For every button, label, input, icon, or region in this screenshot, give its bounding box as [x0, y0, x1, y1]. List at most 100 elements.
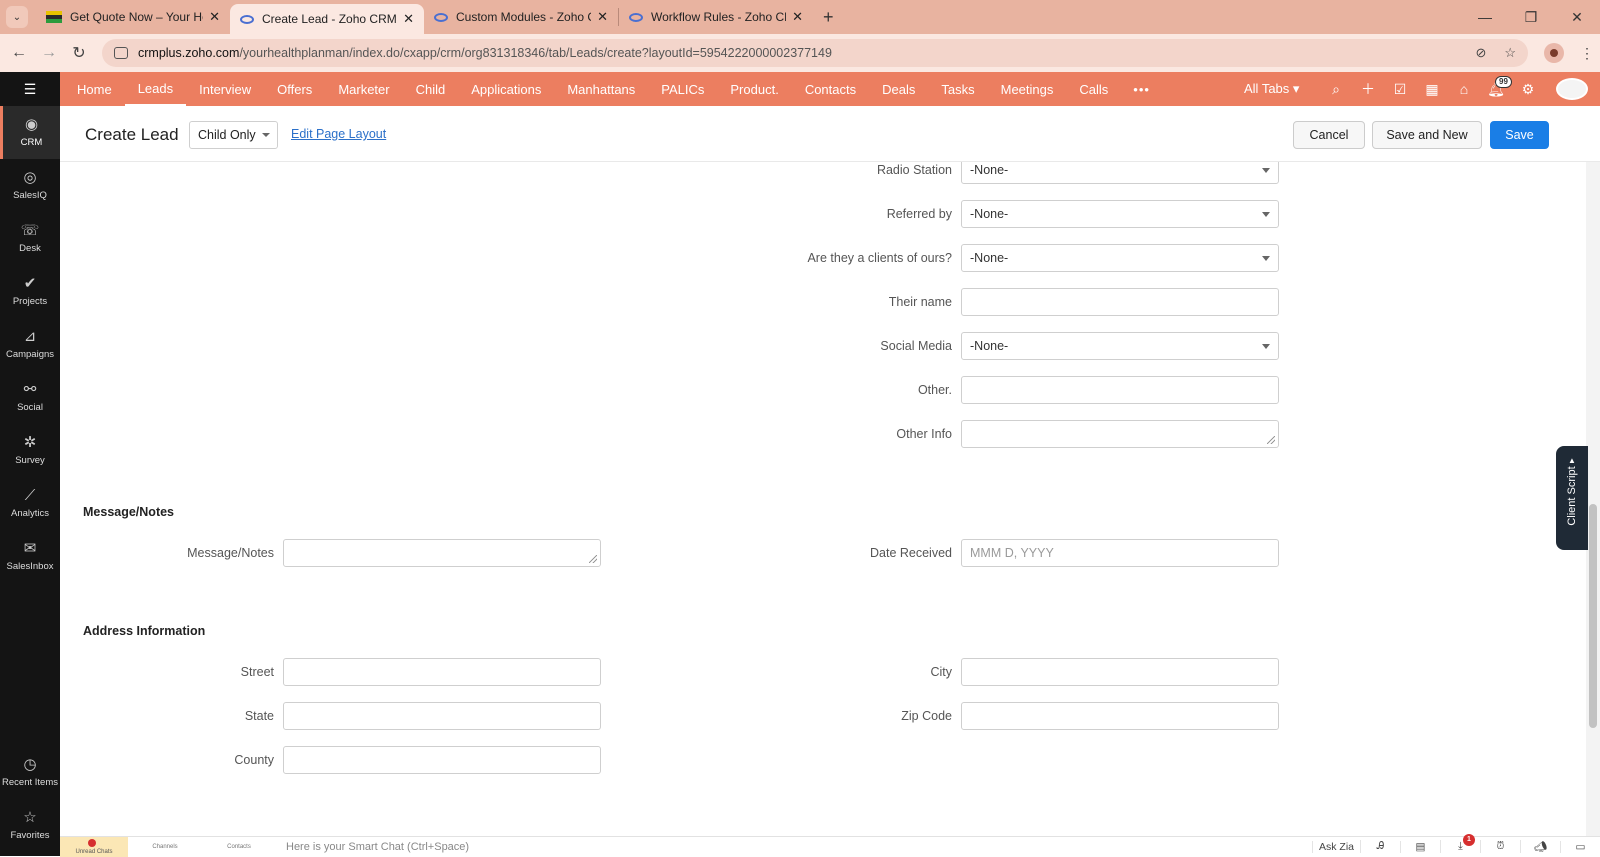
resize-grip-icon[interactable]: [589, 555, 597, 563]
scrollbar-thumb[interactable]: [1589, 504, 1597, 728]
nav-meetings[interactable]: Meetings: [988, 72, 1067, 106]
all-tabs-dropdown[interactable]: All Tabs ▾: [1244, 81, 1299, 97]
download-icon[interactable]: ⤓ 1: [1440, 834, 1480, 853]
channels-button[interactable]: Channels: [128, 844, 202, 850]
nav-contacts[interactable]: Contacts: [792, 72, 869, 106]
contacts-button[interactable]: Contacts: [202, 844, 276, 850]
nav-leads[interactable]: Leads: [124, 72, 187, 106]
radio-station-select[interactable]: -None-: [961, 162, 1279, 184]
client-script-label: Client Script: [1566, 466, 1578, 526]
new-tab-button[interactable]: +: [823, 7, 834, 28]
browser-menu-icon[interactable]: ⋮: [1580, 45, 1594, 62]
save-and-new-button[interactable]: Save and New: [1372, 121, 1482, 149]
other-input[interactable]: [961, 376, 1279, 404]
street-input[interactable]: [283, 658, 601, 686]
chevron-down-icon: [262, 133, 270, 137]
layout-dropdown[interactable]: Child Only: [189, 121, 278, 149]
sidebar-item-salesinbox[interactable]: ✉ SalesInbox: [0, 530, 60, 583]
close-tab-icon[interactable]: ✕: [597, 9, 608, 25]
address-bar[interactable]: crmplus.zoho.com/yourhealthplanman/index…: [102, 39, 1528, 67]
nav-deals[interactable]: Deals: [869, 72, 928, 106]
message-notes-textarea[interactable]: [283, 539, 601, 567]
marketplace-icon[interactable]: ⌂: [1448, 81, 1480, 97]
restore-icon[interactable]: ❐: [1508, 9, 1554, 26]
nav-applications[interactable]: Applications: [458, 72, 554, 106]
nav-marketer[interactable]: Marketer: [325, 72, 402, 106]
nav-offers[interactable]: Offers: [264, 72, 325, 106]
menu-toggle-icon[interactable]: ☰: [0, 72, 60, 106]
social-media-select[interactable]: -None-: [961, 332, 1279, 360]
search-icon[interactable]: ⌕: [1320, 81, 1352, 98]
reload-icon[interactable]: ↻: [64, 43, 94, 63]
client-script-panel-tab[interactable]: ▲ Client Script: [1556, 446, 1588, 550]
radio-station-label: Radio Station: [876, 163, 952, 177]
unread-chats-button[interactable]: Unread Chats: [60, 836, 128, 857]
eye-off-icon[interactable]: ⊘: [1475, 45, 1486, 61]
nav-child[interactable]: Child: [403, 72, 459, 106]
sidebar-item-favorites[interactable]: ☆ Favorites: [0, 799, 60, 852]
close-tab-icon[interactable]: ✕: [209, 9, 220, 25]
county-input[interactable]: [283, 746, 601, 774]
edit-page-layout-link[interactable]: Edit Page Layout: [291, 127, 386, 141]
alarm-icon[interactable]: ⏰︎: [1480, 840, 1520, 853]
sidebar-item-analytics[interactable]: ⟋ Analytics: [0, 477, 60, 530]
sidebar-item-salesiq[interactable]: ◎ SalesIQ: [0, 159, 60, 212]
close-window-icon[interactable]: ✕: [1554, 9, 1600, 26]
save-button[interactable]: Save: [1490, 121, 1549, 149]
sidebar-item-recent-items[interactable]: ◷ Recent Items: [0, 746, 60, 799]
sidebar-item-label: Projects: [12, 296, 48, 307]
are-clients-select[interactable]: -None-: [961, 244, 1279, 272]
state-input[interactable]: [283, 702, 601, 730]
profile-avatar-icon[interactable]: [1544, 43, 1564, 63]
notification-bell-icon[interactable]: 🔔︎ 99: [1480, 75, 1512, 98]
page-scrollbar[interactable]: [1586, 162, 1600, 836]
date-received-input[interactable]: MMM D, YYYY: [961, 539, 1279, 567]
nav-home[interactable]: Home: [60, 72, 125, 106]
translate-icon[interactable]: Ꭿ: [1360, 840, 1400, 853]
browser-tab-get-quote[interactable]: Get Quote Now – Your Health P ✕: [36, 0, 230, 34]
cancel-button[interactable]: Cancel: [1293, 121, 1365, 149]
screen-icon[interactable]: ▭: [1560, 840, 1600, 853]
nav-interview[interactable]: Interview: [186, 72, 264, 106]
referred-by-select[interactable]: -None-: [961, 200, 1279, 228]
nav-palics[interactable]: PALICs: [648, 72, 717, 106]
notes-icon[interactable]: ▤: [1400, 840, 1440, 853]
nav-calls[interactable]: Calls: [1066, 72, 1121, 106]
smart-chat-input[interactable]: Here is your Smart Chat (Ctrl+Space): [286, 841, 1312, 853]
bookmark-star-icon[interactable]: ☆: [1504, 45, 1516, 61]
nav-manhattans[interactable]: Manhattans: [554, 72, 648, 106]
browser-tab-create-lead[interactable]: Create Lead - Zoho CRM ✕: [230, 4, 424, 34]
notification-dot: [88, 838, 96, 847]
sidebar-item-survey[interactable]: ✲ Survey: [0, 424, 60, 477]
tab-search-button[interactable]: ⌄: [6, 6, 28, 28]
their-name-input[interactable]: [961, 288, 1279, 316]
are-clients-label: Are they a clients of ours?: [807, 251, 952, 265]
sidebar-item-social[interactable]: ⚯ Social: [0, 371, 60, 424]
sidebar-item-desk[interactable]: ☏ Desk: [0, 212, 60, 265]
close-tab-icon[interactable]: ✕: [792, 9, 803, 25]
browser-tab-workflow-rules[interactable]: Workflow Rules - Zoho CRM ✕: [619, 0, 813, 34]
browser-tab-custom-modules[interactable]: Custom Modules - Zoho CRM ✕: [424, 0, 618, 34]
nav-product[interactable]: Product.: [717, 72, 791, 106]
sidebar-item-projects[interactable]: ✔ Projects: [0, 265, 60, 318]
announcement-icon[interactable]: 📣︎: [1520, 840, 1560, 853]
settings-gear-icon[interactable]: ⚙: [1512, 81, 1544, 98]
user-avatar[interactable]: [1556, 78, 1588, 100]
nav-tasks[interactable]: Tasks: [928, 72, 987, 106]
calendar-icon[interactable]: ▦: [1416, 81, 1448, 98]
city-input[interactable]: [961, 658, 1279, 686]
sidebar-item-campaigns[interactable]: ⊿ Campaigns: [0, 318, 60, 371]
minimize-icon[interactable]: —: [1462, 9, 1508, 25]
other-info-textarea[interactable]: [961, 420, 1279, 448]
activity-icon[interactable]: ☑: [1384, 81, 1416, 98]
site-info-icon[interactable]: [114, 47, 128, 59]
back-icon[interactable]: ←: [4, 44, 34, 62]
plus-icon[interactable]: ＋: [1352, 79, 1384, 99]
more-tabs-icon[interactable]: •••: [1121, 82, 1162, 97]
ask-zia-button[interactable]: Ask Zia: [1312, 840, 1360, 853]
forward-icon[interactable]: →: [34, 44, 64, 62]
sidebar-item-crm[interactable]: ◉ CRM: [0, 106, 60, 159]
close-tab-icon[interactable]: ✕: [403, 11, 414, 27]
resize-grip-icon[interactable]: [1267, 436, 1275, 444]
zip-code-input[interactable]: [961, 702, 1279, 730]
